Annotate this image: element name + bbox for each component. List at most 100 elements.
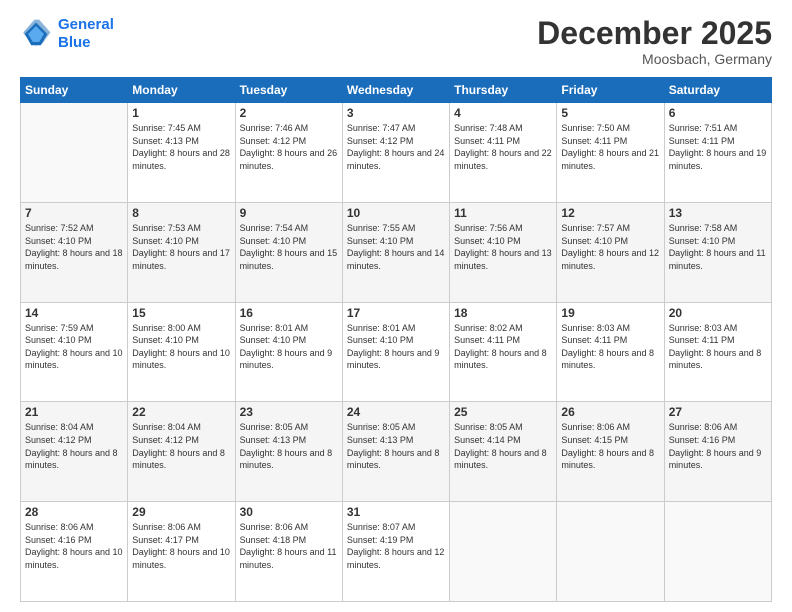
- daylight-text: Daylight: 8 hours and 10 minutes.: [132, 546, 230, 571]
- sunset-text: Sunset: 4:10 PM: [240, 235, 338, 248]
- daylight-text: Daylight: 8 hours and 13 minutes.: [454, 247, 552, 272]
- table-row: [450, 502, 557, 602]
- day-number: 4: [454, 106, 552, 120]
- daylight-text: Daylight: 8 hours and 19 minutes.: [669, 147, 767, 172]
- col-sunday: Sunday: [21, 78, 128, 103]
- sunrise-text: Sunrise: 8:06 AM: [25, 521, 123, 534]
- sunrise-text: Sunrise: 7:55 AM: [347, 222, 445, 235]
- table-row: 7 Sunrise: 7:52 AM Sunset: 4:10 PM Dayli…: [21, 202, 128, 302]
- cell-text: Sunrise: 8:06 AM Sunset: 4:16 PM Dayligh…: [25, 521, 123, 571]
- table-row: 20 Sunrise: 8:03 AM Sunset: 4:11 PM Dayl…: [664, 302, 771, 402]
- day-number: 12: [561, 206, 659, 220]
- sunset-text: Sunset: 4:10 PM: [240, 334, 338, 347]
- col-wednesday: Wednesday: [342, 78, 449, 103]
- table-row: [21, 103, 128, 203]
- sunrise-text: Sunrise: 7:46 AM: [240, 122, 338, 135]
- sunset-text: Sunset: 4:17 PM: [132, 534, 230, 547]
- sunset-text: Sunset: 4:11 PM: [669, 135, 767, 148]
- daylight-text: Daylight: 8 hours and 8 minutes.: [25, 447, 123, 472]
- table-row: 25 Sunrise: 8:05 AM Sunset: 4:14 PM Dayl…: [450, 402, 557, 502]
- logo-text: General Blue: [58, 16, 114, 52]
- day-number: 28: [25, 505, 123, 519]
- sunrise-text: Sunrise: 8:05 AM: [454, 421, 552, 434]
- col-friday: Friday: [557, 78, 664, 103]
- table-row: 31 Sunrise: 8:07 AM Sunset: 4:19 PM Dayl…: [342, 502, 449, 602]
- sunset-text: Sunset: 4:11 PM: [561, 334, 659, 347]
- cell-text: Sunrise: 8:03 AM Sunset: 4:11 PM Dayligh…: [669, 322, 767, 372]
- sunrise-text: Sunrise: 7:51 AM: [669, 122, 767, 135]
- daylight-text: Daylight: 8 hours and 11 minutes.: [240, 546, 338, 571]
- daylight-text: Daylight: 8 hours and 10 minutes.: [132, 347, 230, 372]
- cell-text: Sunrise: 7:56 AM Sunset: 4:10 PM Dayligh…: [454, 222, 552, 272]
- day-number: 13: [669, 206, 767, 220]
- day-number: 2: [240, 106, 338, 120]
- table-row: 22 Sunrise: 8:04 AM Sunset: 4:12 PM Dayl…: [128, 402, 235, 502]
- day-number: 19: [561, 306, 659, 320]
- cell-text: Sunrise: 7:47 AM Sunset: 4:12 PM Dayligh…: [347, 122, 445, 172]
- table-row: 13 Sunrise: 7:58 AM Sunset: 4:10 PM Dayl…: [664, 202, 771, 302]
- table-row: 19 Sunrise: 8:03 AM Sunset: 4:11 PM Dayl…: [557, 302, 664, 402]
- daylight-text: Daylight: 8 hours and 18 minutes.: [25, 247, 123, 272]
- cell-text: Sunrise: 7:52 AM Sunset: 4:10 PM Dayligh…: [25, 222, 123, 272]
- cell-text: Sunrise: 8:02 AM Sunset: 4:11 PM Dayligh…: [454, 322, 552, 372]
- day-number: 8: [132, 206, 230, 220]
- day-number: 15: [132, 306, 230, 320]
- sunset-text: Sunset: 4:12 PM: [240, 135, 338, 148]
- table-row: 17 Sunrise: 8:01 AM Sunset: 4:10 PM Dayl…: [342, 302, 449, 402]
- table-row: 27 Sunrise: 8:06 AM Sunset: 4:16 PM Dayl…: [664, 402, 771, 502]
- calendar-header-row: Sunday Monday Tuesday Wednesday Thursday…: [21, 78, 772, 103]
- cell-text: Sunrise: 8:05 AM Sunset: 4:14 PM Dayligh…: [454, 421, 552, 471]
- cell-text: Sunrise: 8:03 AM Sunset: 4:11 PM Dayligh…: [561, 322, 659, 372]
- table-row: 18 Sunrise: 8:02 AM Sunset: 4:11 PM Dayl…: [450, 302, 557, 402]
- sunset-text: Sunset: 4:13 PM: [240, 434, 338, 447]
- sunrise-text: Sunrise: 7:48 AM: [454, 122, 552, 135]
- sunrise-text: Sunrise: 7:59 AM: [25, 322, 123, 335]
- cell-text: Sunrise: 8:04 AM Sunset: 4:12 PM Dayligh…: [132, 421, 230, 471]
- sunrise-text: Sunrise: 8:04 AM: [132, 421, 230, 434]
- cell-text: Sunrise: 7:55 AM Sunset: 4:10 PM Dayligh…: [347, 222, 445, 272]
- day-number: 1: [132, 106, 230, 120]
- daylight-text: Daylight: 8 hours and 11 minutes.: [669, 247, 767, 272]
- table-row: 4 Sunrise: 7:48 AM Sunset: 4:11 PM Dayli…: [450, 103, 557, 203]
- sunset-text: Sunset: 4:13 PM: [347, 434, 445, 447]
- title-block: December 2025 Moosbach, Germany: [537, 16, 772, 67]
- sunset-text: Sunset: 4:15 PM: [561, 434, 659, 447]
- table-row: 28 Sunrise: 8:06 AM Sunset: 4:16 PM Dayl…: [21, 502, 128, 602]
- sunset-text: Sunset: 4:14 PM: [454, 434, 552, 447]
- day-number: 18: [454, 306, 552, 320]
- col-monday: Monday: [128, 78, 235, 103]
- sunset-text: Sunset: 4:11 PM: [669, 334, 767, 347]
- sunset-text: Sunset: 4:16 PM: [669, 434, 767, 447]
- daylight-text: Daylight: 8 hours and 14 minutes.: [347, 247, 445, 272]
- day-number: 22: [132, 405, 230, 419]
- logo-icon: [20, 18, 52, 50]
- day-number: 17: [347, 306, 445, 320]
- sunset-text: Sunset: 4:10 PM: [669, 235, 767, 248]
- sunset-text: Sunset: 4:10 PM: [25, 235, 123, 248]
- cell-text: Sunrise: 8:01 AM Sunset: 4:10 PM Dayligh…: [240, 322, 338, 372]
- calendar-week-row: 28 Sunrise: 8:06 AM Sunset: 4:16 PM Dayl…: [21, 502, 772, 602]
- sunrise-text: Sunrise: 8:06 AM: [669, 421, 767, 434]
- cell-text: Sunrise: 8:05 AM Sunset: 4:13 PM Dayligh…: [347, 421, 445, 471]
- daylight-text: Daylight: 8 hours and 10 minutes.: [25, 347, 123, 372]
- daylight-text: Daylight: 8 hours and 9 minutes.: [240, 347, 338, 372]
- daylight-text: Daylight: 8 hours and 9 minutes.: [347, 347, 445, 372]
- sunset-text: Sunset: 4:18 PM: [240, 534, 338, 547]
- sunset-text: Sunset: 4:10 PM: [561, 235, 659, 248]
- day-number: 23: [240, 405, 338, 419]
- day-number: 14: [25, 306, 123, 320]
- cell-text: Sunrise: 7:54 AM Sunset: 4:10 PM Dayligh…: [240, 222, 338, 272]
- sunset-text: Sunset: 4:11 PM: [454, 135, 552, 148]
- cell-text: Sunrise: 7:59 AM Sunset: 4:10 PM Dayligh…: [25, 322, 123, 372]
- sunset-text: Sunset: 4:10 PM: [132, 334, 230, 347]
- sunrise-text: Sunrise: 8:06 AM: [561, 421, 659, 434]
- daylight-text: Daylight: 8 hours and 8 minutes.: [669, 347, 767, 372]
- sunset-text: Sunset: 4:11 PM: [561, 135, 659, 148]
- day-number: 11: [454, 206, 552, 220]
- cell-text: Sunrise: 8:04 AM Sunset: 4:12 PM Dayligh…: [25, 421, 123, 471]
- daylight-text: Daylight: 8 hours and 12 minutes.: [347, 546, 445, 571]
- cell-text: Sunrise: 8:06 AM Sunset: 4:15 PM Dayligh…: [561, 421, 659, 471]
- daylight-text: Daylight: 8 hours and 26 minutes.: [240, 147, 338, 172]
- sunset-text: Sunset: 4:10 PM: [132, 235, 230, 248]
- sunset-text: Sunset: 4:13 PM: [132, 135, 230, 148]
